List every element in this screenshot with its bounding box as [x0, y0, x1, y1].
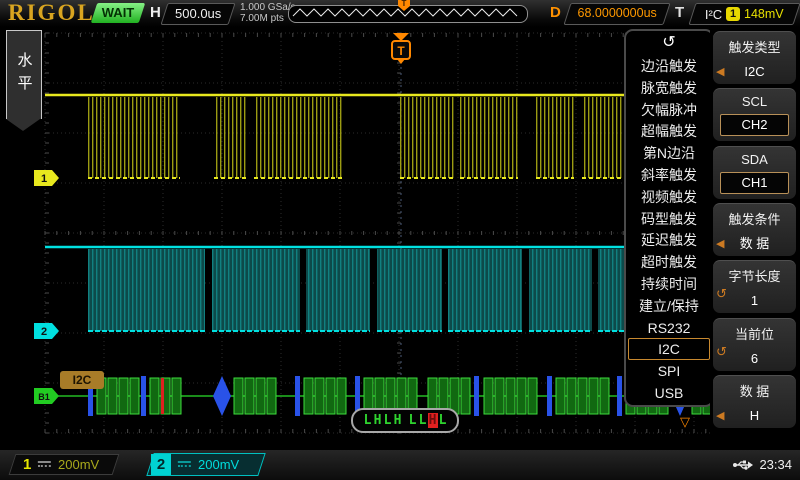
left-arrow-icon: ◀ [716, 405, 724, 427]
softkey-label: 字节长度 [713, 266, 796, 285]
svg-text:1: 1 [41, 173, 47, 185]
pattern-bit-4: L [408, 413, 418, 428]
softkey-4[interactable]: 触发条件 ◀数 据 [713, 203, 796, 256]
softkey-1[interactable]: 触发类型 ◀I2C [713, 31, 796, 84]
channel2-scale: 200mV [198, 457, 239, 472]
cycle-arrow-icon: ↺ [716, 344, 727, 360]
menu-more-arrow-icon[interactable]: ▽ [680, 414, 690, 430]
clock-area: 23:34 [732, 457, 792, 472]
pattern-bit-2: L [383, 413, 393, 428]
trigger-type-text: I²C [705, 7, 722, 22]
clock-time: 23:34 [759, 457, 792, 472]
cycle-arrow-icon: ↺ [716, 286, 727, 302]
menu-back-icon[interactable]: ↺ [626, 31, 712, 55]
softkey-label: SCL [713, 94, 796, 109]
menu-item-[interactable]: 斜率触发 [628, 164, 710, 186]
softkey-value: CH2 [721, 115, 788, 135]
softkey-label: 当前位 [713, 324, 796, 343]
oscilloscope-screen: RIGOL WAIT H 500.0us 1.000 GSa/s 7.00M p… [0, 0, 800, 480]
softkey-value: I2C [713, 61, 796, 83]
softkey-2[interactable]: SCL CH2 [713, 88, 796, 141]
menu-item-rs232[interactable]: RS232 [628, 317, 710, 339]
horizontal-menu-tab[interactable]: 水平 [6, 30, 42, 119]
left-arrow-icon: ◀ [716, 233, 724, 255]
coupling-icon [178, 461, 191, 469]
trigger-source-channel-badge: 1 [726, 7, 740, 21]
svg-text:2: 2 [41, 326, 47, 338]
horizontal-label: H [150, 4, 161, 21]
svg-text:B1: B1 [38, 392, 50, 402]
trigger-level-text: 148mV [744, 7, 784, 21]
menu-item-i2c[interactable]: I2C [628, 338, 710, 360]
rigol-logo: RIGOL [8, 0, 95, 26]
softkey-7[interactable]: 数 据 ◀H [713, 375, 796, 428]
softkey-3[interactable]: SDA CH1 [713, 146, 796, 199]
pattern-bit-6: H [428, 413, 438, 428]
pattern-bit-0: L [363, 413, 373, 428]
menu-item-n[interactable]: 第N边沿 [628, 142, 710, 164]
softkey-value: 数 据 [713, 233, 796, 255]
timebase-readout[interactable]: 500.0us [160, 3, 235, 25]
softkey-value: CH1 [721, 173, 788, 193]
horizontal-tab-label: 水平 [14, 52, 35, 98]
softkey-6[interactable]: 当前位↺6 [713, 318, 796, 371]
softkey-value: H [713, 405, 796, 427]
menu-item-[interactable]: 超幅触发 [628, 120, 710, 142]
channel1-indicator[interactable]: 1 200mV [9, 454, 120, 475]
value-box: CH1 [720, 172, 789, 194]
bottom-channel-bar: 1 200mV 2 200mV 23:34 [0, 450, 800, 480]
i2c-data-pattern-readout: LHLHLLHL [351, 408, 459, 433]
channel-markers[interactable]: 1 2 B1 [34, 170, 59, 404]
menu-item-[interactable]: 建立/保持 [628, 295, 710, 317]
menu-item-[interactable]: 持续时间 [628, 273, 710, 295]
softkey-label: 数 据 [713, 381, 796, 400]
trigger-type-menu: ↺ 边沿触发脉宽触发欠幅脉冲超幅触发第N边沿斜率触发视频触发码型触发延迟触发超时… [624, 29, 714, 407]
channel1-scale: 200mV [58, 457, 99, 472]
pattern-bit-1: H [373, 413, 383, 428]
trigger-label: T [675, 4, 684, 21]
coupling-icon [38, 461, 51, 469]
acquisition-status-badge: WAIT [91, 3, 145, 23]
trigger-status-readout[interactable]: I²C 1 148mV [688, 3, 800, 25]
bus-protocol-badge: I2C [60, 371, 104, 389]
menu-item-spi[interactable]: SPI [628, 360, 710, 382]
pattern-bit-7: L [438, 413, 448, 428]
channel1-number: 1 [23, 456, 31, 473]
menu-item-[interactable]: 超时触发 [628, 251, 710, 273]
left-arrow-icon: ◀ [716, 61, 724, 83]
channel2-indicator[interactable]: 2 200mV [146, 453, 265, 476]
delay-label: D [550, 4, 561, 21]
softkey-5[interactable]: 字节长度↺1 [713, 260, 796, 313]
menu-item-[interactable]: 边沿触发 [628, 55, 710, 77]
menu-item-[interactable]: 脉宽触发 [628, 77, 710, 99]
softkey-label: SDA [713, 152, 796, 167]
softkey-menu-panel: 触发类型◀I2CSCLCH2SDACH1触发条件◀数 据字节长度↺1当前位↺6数… [710, 27, 800, 450]
top-status-bar: RIGOL WAIT H 500.0us 1.000 GSa/s 7.00M p… [0, 0, 800, 27]
channel2-number: 2 [151, 454, 171, 475]
softkey-label: 触发条件 [713, 209, 796, 228]
trigger-delay-readout[interactable]: 68.0000000us [563, 3, 670, 25]
usb-icon [732, 459, 754, 471]
value-box: CH2 [720, 114, 789, 136]
svg-text:T: T [397, 44, 405, 58]
softkey-label: 触发类型 [713, 37, 796, 56]
menu-item-usb[interactable]: USB [628, 382, 710, 404]
pattern-bit-5: L [418, 413, 428, 428]
menu-item-[interactable]: 视频触发 [628, 186, 710, 208]
menu-item-[interactable]: 码型触发 [628, 208, 710, 230]
menu-item-[interactable]: 欠幅脉冲 [628, 99, 710, 121]
pattern-bit-3: H [393, 413, 403, 428]
menu-item-[interactable]: 延迟触发 [628, 229, 710, 251]
